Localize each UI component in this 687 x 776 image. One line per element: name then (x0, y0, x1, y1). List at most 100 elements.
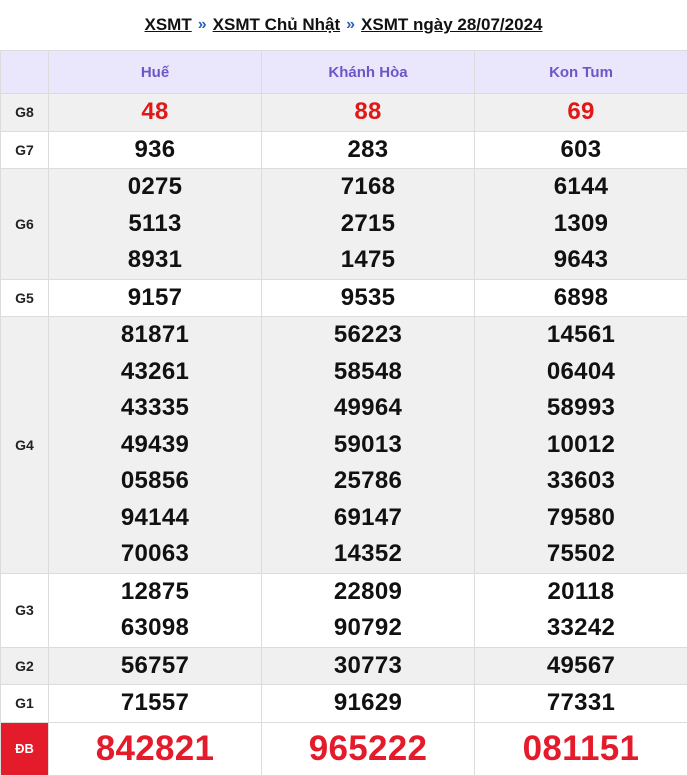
prize-label: G5 (1, 279, 49, 317)
prize-cell: 56223585484996459013257866914714352 (262, 317, 475, 574)
prize-label: G6 (1, 169, 49, 280)
prize-cell: 56757 (49, 647, 262, 685)
province-header-khanh-hoa[interactable]: Khánh Hòa (262, 51, 475, 94)
prize-number: 5113 (49, 206, 261, 243)
prize-number: 9643 (475, 242, 687, 279)
prize-number: 59013 (262, 427, 474, 464)
prize-number: 77331 (475, 685, 687, 722)
special-prize-label: ĐB (1, 722, 49, 775)
results-table: Huế Khánh Hòa Kon Tum G8488869G793628360… (0, 50, 687, 776)
prize-cell: 14561064045899310012336037958075502 (475, 317, 687, 574)
prize-cell: 2280990792 (262, 573, 475, 647)
prize-number: 25786 (262, 463, 474, 500)
prize-number: 79580 (475, 500, 687, 537)
prize-number: 81871 (49, 317, 261, 354)
prize-cell: 6898 (475, 279, 687, 317)
special-prize-number: 965222 (262, 723, 474, 775)
prize-number: 49964 (262, 390, 474, 427)
prize-row-special: ĐB842821965222081151 (1, 722, 687, 775)
prize-row-g3: G3128756309822809907922011833242 (1, 573, 687, 647)
prize-number: 8931 (49, 242, 261, 279)
prize-number: 603 (475, 132, 687, 169)
prize-row-g8: G8488869 (1, 94, 687, 132)
prize-number: 05856 (49, 463, 261, 500)
prize-number: 06404 (475, 354, 687, 391)
prize-cell: 2011833242 (475, 573, 687, 647)
prize-cell: 49567 (475, 647, 687, 685)
prize-number: 94144 (49, 500, 261, 537)
prize-cell: 91629 (262, 685, 475, 723)
prize-number: 69 (475, 94, 687, 131)
prize-cell: 603 (475, 131, 687, 169)
prize-cell: 716827151475 (262, 169, 475, 280)
prize-cell: 71557 (49, 685, 262, 723)
prize-cell: 9157 (49, 279, 262, 317)
prize-label: G7 (1, 131, 49, 169)
header-corner (1, 51, 49, 94)
breadcrumb-link-sunday[interactable]: XSMT Chủ Nhật (213, 15, 341, 35)
prize-number: 6898 (475, 280, 687, 317)
prize-number: 49439 (49, 427, 261, 464)
prize-cell: 027551138931 (49, 169, 262, 280)
prize-cell: 81871432614333549439058569414470063 (49, 317, 262, 574)
prize-label: G4 (1, 317, 49, 574)
prize-number: 49567 (475, 648, 687, 685)
prize-number: 283 (262, 132, 474, 169)
prize-number: 48 (49, 94, 261, 131)
prize-number: 63098 (49, 610, 261, 647)
province-header-kon-tum[interactable]: Kon Tum (475, 51, 687, 94)
breadcrumb-link-date[interactable]: XSMT ngày 28/07/2024 (361, 15, 542, 35)
prize-number: 936 (49, 132, 261, 169)
prize-row-g7: G7936283603 (1, 131, 687, 169)
prize-number: 2715 (262, 206, 474, 243)
province-header-hue[interactable]: Huế (49, 51, 262, 94)
prize-cell: 77331 (475, 685, 687, 723)
prize-number: 71557 (49, 685, 261, 722)
prize-number: 43335 (49, 390, 261, 427)
prize-number: 1309 (475, 206, 687, 243)
prize-number: 58548 (262, 354, 474, 391)
prize-number: 10012 (475, 427, 687, 464)
special-prize-number: 842821 (49, 723, 261, 775)
prize-row-g1: G1715579162977331 (1, 685, 687, 723)
breadcrumb-separator: » (346, 16, 355, 34)
prize-cell: 614413099643 (475, 169, 687, 280)
breadcrumb: XSMT » XSMT Chủ Nhật » XSMT ngày 28/07/2… (0, 0, 687, 50)
prize-number: 9535 (262, 280, 474, 317)
prize-number: 7168 (262, 169, 474, 206)
prize-cell: 69 (475, 94, 687, 132)
prize-row-g6: G6027551138931716827151475614413099643 (1, 169, 687, 280)
prize-number: 90792 (262, 610, 474, 647)
breadcrumb-link-xsmt[interactable]: XSMT (145, 15, 192, 35)
prize-number: 1475 (262, 242, 474, 279)
prize-number: 6144 (475, 169, 687, 206)
prize-number: 14352 (262, 536, 474, 573)
prize-number: 22809 (262, 574, 474, 611)
prize-cell: 1287563098 (49, 573, 262, 647)
prize-body: G8488869G7936283603G60275511389317168271… (1, 94, 687, 776)
prize-label: G8 (1, 94, 49, 132)
prize-number: 56223 (262, 317, 474, 354)
prize-number: 12875 (49, 574, 261, 611)
prize-label: G1 (1, 685, 49, 723)
prize-number: 14561 (475, 317, 687, 354)
special-prize-cell: 842821 (49, 722, 262, 775)
prize-number: 75502 (475, 536, 687, 573)
breadcrumb-separator: » (198, 16, 207, 34)
prize-number: 56757 (49, 648, 261, 685)
prize-row-g5: G5915795356898 (1, 279, 687, 317)
prize-cell: 48 (49, 94, 262, 132)
special-prize-number: 081151 (475, 723, 687, 775)
prize-number: 9157 (49, 280, 261, 317)
prize-number: 88 (262, 94, 474, 131)
prize-number: 43261 (49, 354, 261, 391)
prize-number: 33603 (475, 463, 687, 500)
prize-number: 69147 (262, 500, 474, 537)
province-header-row: Huế Khánh Hòa Kon Tum (1, 51, 687, 94)
prize-label: G2 (1, 647, 49, 685)
prize-number: 20118 (475, 574, 687, 611)
prize-cell: 9535 (262, 279, 475, 317)
special-prize-cell: 081151 (475, 722, 687, 775)
prize-label: G3 (1, 573, 49, 647)
prize-number: 33242 (475, 610, 687, 647)
